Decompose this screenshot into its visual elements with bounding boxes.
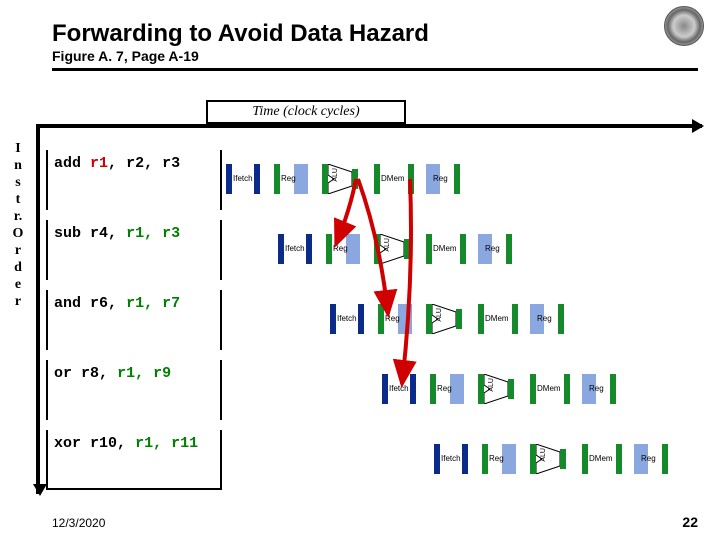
stage-reg-write: Reg	[634, 444, 668, 474]
stage-dmem: DMem	[426, 234, 466, 264]
stage-dmem: DMem	[478, 304, 518, 334]
page-title: Forwarding to Avoid Data Hazard	[52, 20, 429, 48]
time-axis	[36, 124, 702, 128]
stage-ifetch: Ifetch	[434, 444, 468, 474]
stage-reg-write: Reg	[530, 304, 564, 334]
time-axis-label: Time (clock cycles)	[206, 100, 406, 124]
stage-reg: Reg	[274, 164, 308, 194]
stage-alu: ALU	[426, 304, 466, 334]
stage-reg: Reg	[378, 304, 412, 334]
stage-ifetch: Ifetch	[382, 374, 416, 404]
stage-alu: ALU	[374, 234, 414, 264]
stage-reg-write: Reg	[582, 374, 616, 404]
figure-ref: Figure A. 7, Page A-19	[52, 48, 199, 64]
instr-text: and r6, r1, r7	[46, 290, 222, 350]
stage-dmem: DMem	[582, 444, 622, 474]
stage-reg: Reg	[326, 234, 360, 264]
stage-reg-write: Reg	[478, 234, 512, 264]
order-axis	[36, 124, 40, 494]
instr-text: xor r10, r1, r11	[46, 430, 222, 490]
instr-text: sub r4, r1, r3	[46, 220, 222, 280]
stage-alu: ALU	[478, 374, 518, 404]
instr-text: add r1, r2, r3	[46, 150, 222, 210]
stage-alu: ALU	[530, 444, 570, 474]
instr-text: or r8, r1, r9	[46, 360, 222, 420]
stage-alu: ALU	[322, 164, 362, 194]
stage-reg-write: Reg	[426, 164, 460, 194]
stage-ifetch: Ifetch	[278, 234, 312, 264]
stage-ifetch: Ifetch	[330, 304, 364, 334]
stage-reg: Reg	[430, 374, 464, 404]
footer-date: 12/3/2020	[52, 516, 105, 530]
rule	[52, 68, 698, 71]
stage-dmem: DMem	[530, 374, 570, 404]
footer-page: 22	[682, 514, 698, 530]
stage-dmem: DMem	[374, 164, 414, 194]
stage-reg: Reg	[482, 444, 516, 474]
slide: Forwarding to Avoid Data Hazard Figure A…	[0, 0, 720, 540]
stage-ifetch: Ifetch	[226, 164, 260, 194]
order-axis-label: Ins tr. Ord er	[8, 140, 28, 310]
seal-icon	[664, 6, 704, 46]
